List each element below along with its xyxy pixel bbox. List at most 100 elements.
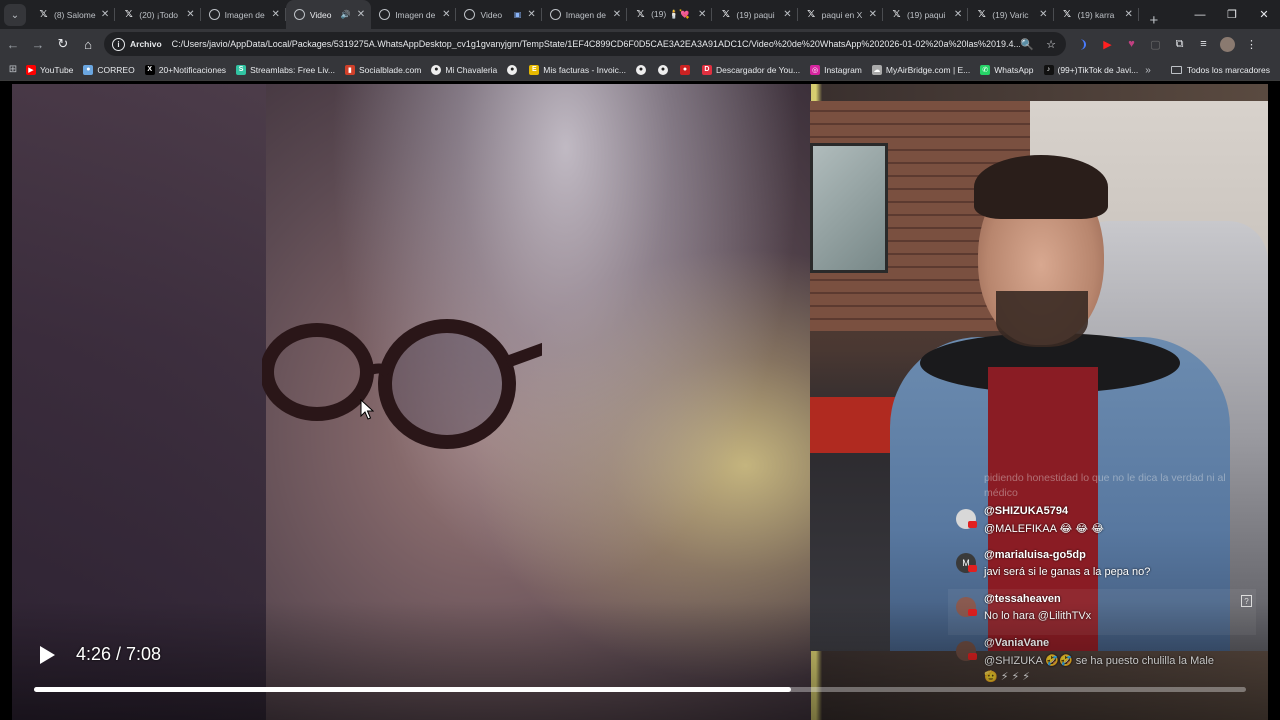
youtube-badge-icon: [968, 565, 977, 572]
bookmarks-bar: ⊞ ▶ YouTube ● CORREO X 20+Notificaciones S Stre…: [0, 59, 1280, 81]
tab-label: Video: [480, 9, 503, 20]
bookmark-label: YouTube: [40, 64, 74, 75]
tab-list: 𝕏 (8) Salome ✕ 𝕏 (20) ¡Todo ✕ Imagen de ✕ Video 🔊…: [30, 0, 1140, 29]
tab-2[interactable]: Imagen de ✕: [201, 0, 287, 29]
folder-icon: [1170, 66, 1182, 74]
close-tab-icon[interactable]: ✕: [783, 9, 791, 20]
chat-faded-message: pidiendo honestidad lo que no le dica la…: [984, 472, 1226, 499]
tab-4[interactable]: Imagen de ✕: [371, 0, 457, 29]
bookmarks-overflow-icon[interactable]: »: [1145, 65, 1151, 76]
time-display: 4:26 / 7:08: [76, 644, 162, 664]
x-icon: 𝕏: [636, 9, 645, 20]
forward-arrow-icon: →: [31, 36, 45, 52]
close-tab-icon[interactable]: ✕: [186, 9, 194, 20]
site-info-icon[interactable]: i: [112, 37, 125, 51]
globe-icon: [464, 9, 476, 20]
minimize-button[interactable]: —: [1184, 0, 1216, 29]
apps-grid-icon[interactable]: ⊞: [0, 64, 26, 75]
bookmark-label: 20+Notificaciones: [158, 64, 227, 75]
close-tab-icon[interactable]: ✕: [357, 9, 365, 20]
bookmark-item[interactable]: ● CORREO: [83, 64, 135, 75]
bookmark-item[interactable]: ✆ WhatsApp: [980, 64, 1034, 75]
extension-grey-icon[interactable]: ▢: [1148, 38, 1163, 51]
speaker-icon[interactable]: 🔊: [341, 10, 351, 19]
tab-9[interactable]: 𝕏paqui en X ✕: [798, 0, 884, 29]
close-tab-icon[interactable]: ✕: [1039, 9, 1047, 20]
x-icon: 𝕏: [124, 9, 133, 20]
tab-search-button[interactable]: ⌄: [4, 4, 26, 26]
bookmark-label: (99+)TikTok de Javi...: [1057, 64, 1139, 75]
tab-label: paqui en X: [821, 9, 863, 20]
tab-7[interactable]: 𝕏 (19) 🕯️💘 ✕: [627, 0, 713, 29]
close-tab-icon[interactable]: ✕: [527, 9, 535, 20]
bookmark-item[interactable]: ◎ Instagram: [810, 64, 862, 75]
progress-bar[interactable]: [34, 687, 1246, 692]
x-icon: 𝕏: [721, 9, 730, 20]
close-tab-icon[interactable]: ✕: [101, 9, 109, 20]
bookmark-item[interactable]: ●: [657, 64, 672, 75]
tab-8[interactable]: 𝕏 (19) paqui ✕: [712, 0, 798, 29]
bookmark-item[interactable]: ▮ Socialblade.com: [344, 64, 421, 75]
close-tab-icon[interactable]: ✕: [698, 9, 706, 20]
close-window-button[interactable]: ✕: [1248, 0, 1280, 29]
close-tab-icon[interactable]: ✕: [272, 9, 280, 20]
forward-button[interactable]: →: [26, 32, 50, 56]
close-tab-icon[interactable]: ✕: [954, 9, 962, 20]
bookmark-star-icon[interactable]: ☆: [1046, 38, 1056, 51]
bookmark-item[interactable]: D Descargador de You...: [701, 64, 800, 75]
all-bookmarks-button[interactable]: Todos los marcadores: [1187, 65, 1270, 75]
bookmark-favicon-icon: ●: [679, 64, 690, 75]
tab-label: (19) karra: [1077, 9, 1115, 20]
media-control-icon[interactable]: ≡: [1196, 38, 1211, 50]
bookmark-item[interactable]: E Mis facturas - Invoic...: [529, 64, 626, 75]
tab-12[interactable]: 𝕏 (19) karra ✕: [1054, 0, 1140, 29]
globe-icon: [549, 9, 561, 20]
bookmark-item[interactable]: ●: [507, 64, 521, 75]
bookmark-item[interactable]: ●: [635, 64, 650, 75]
extensions-area: ❩ ▶ ♥ ▢ ⧉ ≡ ⋮: [1076, 29, 1259, 59]
tab-10[interactable]: 𝕏 (19) paqui ✕: [883, 0, 969, 29]
bookmark-item[interactable]: ☁ MyAirBridge.com | E...: [871, 64, 970, 75]
restore-button[interactable]: ❐: [1216, 0, 1248, 29]
bookmark-item[interactable]: ▶ YouTube: [26, 64, 74, 75]
home-button[interactable]: ⌂: [76, 32, 100, 56]
bookmark-item[interactable]: ●: [679, 64, 694, 75]
close-tab-icon[interactable]: ✕: [1124, 9, 1132, 20]
extension-heart-icon[interactable]: ♥: [1124, 38, 1139, 50]
zoom-icon[interactable]: 🔍: [1020, 38, 1034, 51]
play-icon[interactable]: [38, 645, 56, 665]
close-tab-icon[interactable]: ✕: [869, 9, 877, 20]
bookmark-favicon-icon: D: [701, 64, 712, 75]
close-tab-icon[interactable]: ✕: [442, 9, 450, 20]
extension-youtube-icon[interactable]: ▶: [1100, 38, 1115, 51]
tab-label: (19) paqui: [736, 9, 775, 20]
new-tab-button[interactable]: +: [1143, 12, 1165, 29]
tab-3[interactable]: Video 🔊 ✕: [285, 0, 372, 29]
address-bar[interactable]: i Archivo C:/Users/javio/AppData/Local/P…: [104, 32, 1066, 56]
tab-6[interactable]: Imagen de ✕: [542, 0, 628, 29]
extensions-puzzle-icon[interactable]: ⧉: [1172, 38, 1187, 51]
chat-text: @MALEFIKAA 😂 😂 😂: [984, 523, 1105, 535]
url-text[interactable]: C:/Users/javio/AppData/Local/Packages/53…: [172, 39, 1021, 49]
reload-button[interactable]: ↻: [51, 32, 75, 56]
bookmark-favicon-icon: ♪: [1043, 64, 1054, 75]
tab-11[interactable]: 𝕏 (19) Varic ✕: [968, 0, 1054, 29]
tab-strip: ⌄ 𝕏 (8) Salome ✕ 𝕏 (20) ¡Todo ✕ Imagen de ✕ Vide…: [0, 0, 1280, 29]
extension-blue-icon[interactable]: ❩: [1076, 38, 1091, 51]
x-icon: 𝕏: [807, 9, 816, 20]
back-button[interactable]: ←: [1, 32, 25, 56]
bookmark-item[interactable]: X 20+Notificaciones: [144, 64, 227, 75]
bookmark-label: Mi Chavaleria: [445, 64, 498, 75]
window-controls: — ❐ ✕: [1184, 0, 1280, 29]
bookmark-item[interactable]: S Streamlabs: Free Liv...: [236, 64, 335, 75]
bookmark-favicon-icon: ◎: [810, 64, 821, 75]
bookmark-label: CORREO: [97, 64, 135, 75]
bookmark-item[interactable]: ● Mi Chavaleria: [431, 64, 498, 75]
tab-5[interactable]: Video ▣ ✕: [456, 0, 543, 29]
tab-1[interactable]: 𝕏 (20) ¡Todo ✕: [115, 0, 201, 29]
close-tab-icon[interactable]: ✕: [613, 9, 621, 20]
bookmark-item[interactable]: ♪ (99+)TikTok de Javi...: [1043, 64, 1139, 75]
profile-avatar[interactable]: [1220, 36, 1235, 52]
menu-kebab-icon[interactable]: ⋮: [1244, 38, 1259, 51]
tab-0[interactable]: 𝕏 (8) Salome ✕: [30, 0, 116, 29]
